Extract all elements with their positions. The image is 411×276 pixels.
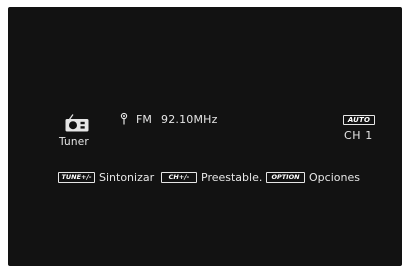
antenna-icon <box>120 112 128 125</box>
ch-key-badge: CH+/- <box>161 171 197 183</box>
radio-icon <box>65 114 89 132</box>
hint-option-label: Opciones <box>309 170 360 184</box>
band-label: FM <box>136 113 152 126</box>
channel-readout: CH 1 <box>344 129 373 142</box>
source-label: Tuner <box>59 136 89 148</box>
option-key-badge: OPTION <box>266 171 305 183</box>
frequency-readout: 92.10MHz <box>161 113 218 126</box>
tuner-screen: Tuner FM 92.10MHz AUTO CH 1 TUNE+/- Sint… <box>8 7 402 266</box>
tune-key-badge: TUNE+/- <box>58 171 95 183</box>
tuning-mode-badge: AUTO <box>343 115 375 125</box>
hint-channel: CH+/- Preestable. <box>161 170 262 184</box>
hint-tune: TUNE+/- Sintonizar <box>58 170 154 184</box>
hint-channel-label: Preestable. <box>201 170 263 184</box>
hint-tune-label: Sintonizar <box>99 170 155 184</box>
hint-option: OPTION Opciones <box>266 170 360 184</box>
